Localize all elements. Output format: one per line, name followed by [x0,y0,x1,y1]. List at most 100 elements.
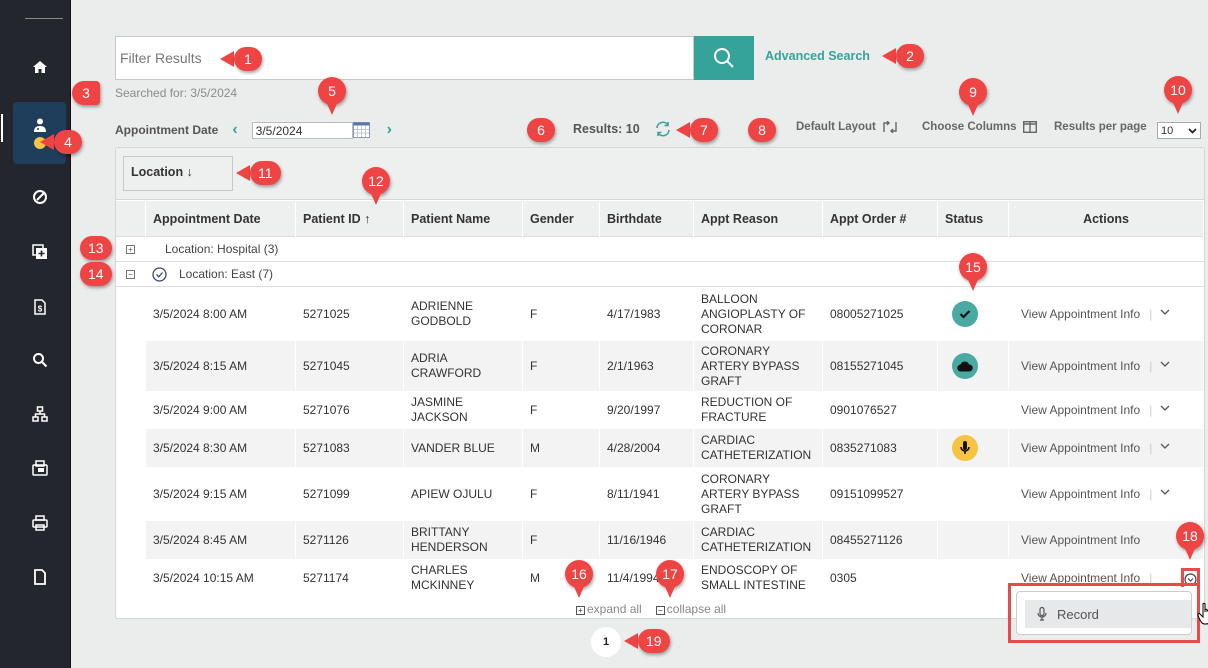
default-layout-button[interactable]: Default Layout [796,121,898,133]
cell-order: 0305 [823,559,938,597]
chevron-down-icon [1188,127,1197,134]
expand-all-label: expand all [587,602,642,616]
header-birthdate[interactable]: Birthdate [600,201,694,237]
header-appt-order[interactable]: Appt Order # [823,201,938,237]
home-icon [32,61,47,73]
next-date-button[interactable]: › [387,121,392,139]
view-appointment-info-link[interactable]: View Appointment Info [1021,403,1140,418]
row-actions-chevron-icon[interactable] [1159,402,1171,418]
header-appt-reason[interactable]: Appt Reason [694,201,823,237]
callout-7: 7 [676,118,718,142]
sidebar-item-document[interactable] [13,557,66,597]
cell-date: 3/5/2024 8:00 AM [146,287,296,341]
cell-reason: CARDIAC CATHETERIZATION [694,429,823,467]
collapse-group-icon[interactable]: − [126,269,135,279]
previous-date-button[interactable]: ‹ [232,121,237,139]
check-circle-icon[interactable] [152,266,167,282]
table-row: 3/5/2024 8:45 AM 5271126 BRITTANY HENDERSO… [146,521,1204,559]
page-1-button[interactable]: 1 [591,627,621,657]
record-menu-item[interactable]: Record [1025,600,1191,628]
cell-order: 08005271025 [823,287,938,341]
check-status-icon[interactable] [952,301,978,327]
calendar-icon[interactable] [352,122,370,138]
action-separator: | [1149,306,1153,321]
refresh-icon[interactable] [654,120,672,138]
row-actions-menu: Record [1016,591,1192,635]
header-gender[interactable]: Gender [523,201,600,237]
table-row: 3/5/2024 8:15 AM 5271045 ADRIA CRAWFORD F 2/… [146,341,1204,391]
sidebar-item-billing[interactable]: $ [13,287,66,327]
action-separator: | [1149,358,1153,373]
view-appointment-info-link[interactable]: View Appointment Info [1021,307,1140,322]
cell-name: JASMINE JACKSON [404,391,523,429]
cell-actions: View Appointment Info | [1009,391,1204,429]
row-actions-chevron-icon[interactable] [1159,306,1171,322]
cell-birth: 2/1/1963 [600,341,694,391]
sidebar-item-print[interactable] [13,503,66,543]
sidebar: $ [0,0,71,668]
callout-3: 3 [72,81,100,105]
cloud-status-icon[interactable] [952,353,978,379]
sitemap-icon [31,406,48,422]
searched-for-text: Searched for: 3/5/2024 [115,86,238,100]
header-patient-name[interactable]: Patient Name [404,201,523,237]
cell-order: 0835271083 [823,429,938,467]
minus-box-icon: − [655,606,665,615]
header-appointment-date[interactable]: Appointment Date [146,201,296,237]
view-appointment-info-link[interactable]: View Appointment Info [1021,441,1140,456]
cell-reason: CORONARY ARTERY BYPASS GRAFT [694,467,823,521]
cell-date: 3/5/2024 8:45 AM [146,521,296,559]
cell-id: 5271099 [296,467,404,521]
group-by-location-chip[interactable]: Location ↓ [123,156,233,191]
action-separator: | [1149,402,1153,417]
appointment-date-input[interactable]: 3/5/2024 [251,121,353,139]
group-row-hospital[interactable]: + Location: Hospital (3) [116,237,1204,262]
view-appointment-info-link[interactable]: View Appointment Info [1021,487,1140,502]
cell-status [938,521,1009,559]
file-icon [33,569,46,585]
row-actions-chevron-icon[interactable] [1159,486,1171,502]
view-appointment-info-link[interactable]: View Appointment Info [1021,359,1140,374]
fax-icon [31,460,48,476]
sidebar-item-edit[interactable] [13,177,66,217]
cell-id: 5271076 [296,391,404,429]
header-status[interactable]: Status [938,201,1009,237]
expand-group-icon[interactable]: + [126,244,135,254]
cell-date: 3/5/2024 9:15 AM [146,467,296,521]
main-content: Filter Results Advanced Search Searched … [72,0,1208,668]
cell-order: 0901076527 [823,391,938,429]
callout-12: 12 [362,167,390,207]
cell-id: 5271083 [296,429,404,467]
cell-gender: F [523,521,600,559]
row-actions-chevron-icon[interactable] [1159,358,1171,374]
group-row-east[interactable]: − Location: East (7) [116,262,1204,287]
view-appointment-info-link[interactable]: View Appointment Info [1021,533,1140,548]
microphone-status-icon[interactable] [952,435,978,461]
cell-name: BRITTANY HENDERSON [404,521,523,559]
sidebar-item-add-record[interactable] [13,232,66,272]
table-row: 3/5/2024 8:30 AM 5271083 VANDER BLUE M 4/28/… [146,429,1204,467]
callout-16: 16 [565,560,593,600]
sidebar-item-search[interactable] [13,340,66,380]
cell-date: 3/5/2024 8:15 AM [146,341,296,391]
choose-columns-button[interactable]: Choose Columns [922,121,1037,133]
cell-name: VANDER BLUE [404,429,523,467]
filter-results-input[interactable]: Filter Results [115,36,694,80]
sidebar-item-hierarchy[interactable] [13,394,66,434]
search-button[interactable] [694,36,754,80]
callout-19: 19 [624,629,670,653]
advanced-search-link[interactable]: Advanced Search [765,49,870,63]
cell-reason: BALLOON ANGIOPLASTY OF CORONAR [694,287,823,341]
collapse-all-link[interactable]: − collapse all [655,602,726,616]
results-per-page-select[interactable]: 10 [1157,122,1201,139]
sidebar-item-fax[interactable] [13,448,66,488]
cell-reason: REDUCTION OF FRACTURE [694,391,823,429]
row-actions-chevron-icon[interactable] [1159,440,1171,456]
table-row: 3/5/2024 9:00 AM 5271076 JASMINE JACKSON F 9… [146,391,1204,429]
cell-birth: 9/20/1997 [600,391,694,429]
callout-9: 9 [959,78,987,118]
search-icon [714,48,734,68]
sidebar-item-home[interactable] [13,47,66,87]
pencil-circle-icon [32,190,47,204]
expand-all-link[interactable]: + expand all [576,602,642,616]
